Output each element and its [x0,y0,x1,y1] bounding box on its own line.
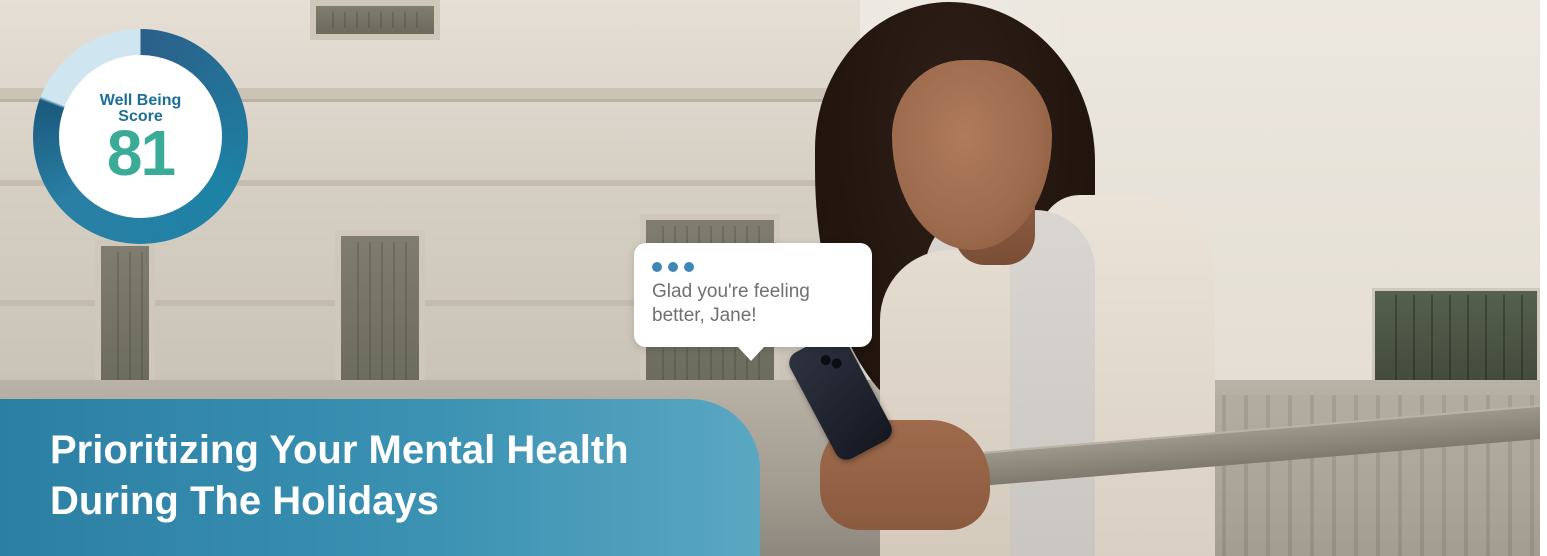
chat-bubble: Glad you're feeling better, Jane! [634,243,872,361]
title-panel: Prioritizing Your Mental Health During T… [0,399,760,556]
chat-message: Glad you're feeling better, Jane! [652,281,810,326]
wellbeing-score-badge: Well Being Score 81 [59,55,222,218]
headline-title: Prioritizing Your Mental Health During T… [50,428,629,523]
hero-banner: Well Being Score 81 Glad you're feeling … [0,0,1540,556]
typing-dots-icon [652,257,700,276]
score-value: 81 [106,117,176,189]
